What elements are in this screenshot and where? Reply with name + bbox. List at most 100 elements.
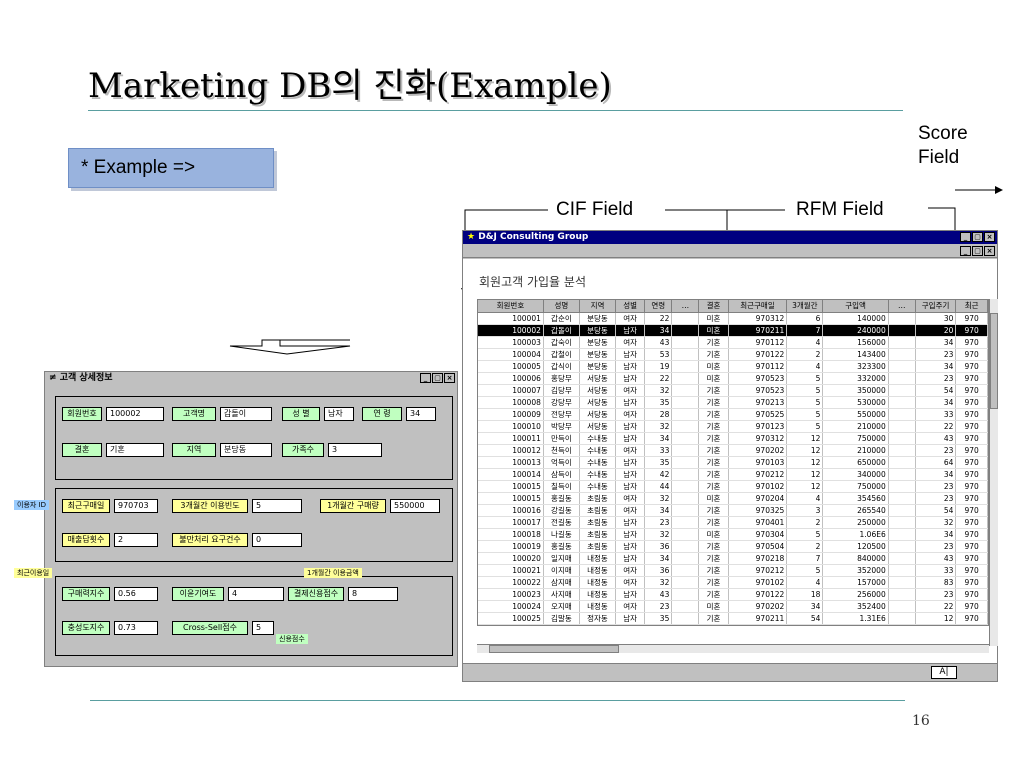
table-cell: 970218 bbox=[728, 552, 788, 565]
grid-column-header[interactable]: 성별 bbox=[615, 300, 646, 313]
table-cell: 초림동 bbox=[579, 504, 617, 517]
h-scrollbar-thumb[interactable] bbox=[489, 645, 619, 653]
grid-column-header[interactable]: … bbox=[671, 300, 700, 313]
table-row[interactable]: 100015 칠득이 수내동 남자 44 기혼 970102 12 750000 23 970 bbox=[478, 480, 988, 493]
table-cell: 일지매 bbox=[543, 552, 580, 565]
table-cell: 김말동 bbox=[543, 612, 580, 625]
table-cell bbox=[671, 348, 700, 361]
table-cell bbox=[671, 396, 700, 409]
table-cell: 수내동 bbox=[579, 480, 617, 493]
recent-use-tag: 최근이용일 bbox=[14, 568, 53, 578]
payment-score-field[interactable]: 8 bbox=[348, 587, 398, 601]
table-cell: 970 bbox=[955, 396, 988, 409]
table-row[interactable]: 100016 강길동 초림동 여자 34 기혼 970325 3 265540 54 970 bbox=[478, 504, 988, 517]
last-purchase-field[interactable]: 970703 bbox=[114, 499, 158, 513]
grid-column-header[interactable]: 지역 bbox=[579, 300, 617, 313]
table-cell: 970504 bbox=[728, 540, 788, 553]
table-row[interactable]: 100003 갑숙이 분당동 여자 43 기혼 970112 4 156000 34 970 bbox=[478, 336, 988, 349]
table-cell: 기혼 bbox=[698, 420, 729, 433]
table-row[interactable]: 100007 김당무 서당동 여자 32 기혼 970523 5 350000 54 970 bbox=[478, 384, 988, 397]
table-cell: 서당동 bbox=[579, 396, 617, 409]
complaints-field[interactable]: 0 bbox=[252, 533, 302, 547]
table-cell bbox=[671, 420, 700, 433]
table-cell: 여자 bbox=[615, 384, 646, 397]
table-row[interactable]: 100008 강당무 서당동 남자 35 기혼 970213 5 530000 34 970 bbox=[478, 396, 988, 409]
table-row[interactable]: 100017 전길동 초림동 남자 23 기혼 970401 2 250000 32 970 bbox=[478, 516, 988, 529]
table-cell: 32 bbox=[644, 384, 673, 397]
table-row[interactable]: 100021 이지매 내정동 여자 36 기혼 970212 5 352000 33 970 bbox=[478, 564, 988, 577]
grid-column-header[interactable]: 구입주기 bbox=[915, 300, 957, 313]
amount1m-field[interactable]: 550000 bbox=[390, 499, 440, 513]
grid-column-header[interactable]: 최근 bbox=[955, 300, 988, 313]
customer-grid[interactable]: 회원번호 성명 지역 성별 연령… 결혼 최근구매일 3개월간 구입액… 구입주기 최근 10000… bbox=[477, 299, 989, 626]
detail-minimize-button[interactable]: _ bbox=[420, 373, 431, 383]
table-row[interactable]: 100010 박당무 서당동 남자 32 기혼 970123 5 210000 22 970 bbox=[478, 420, 988, 433]
table-row[interactable]: 100022 삼지매 내정동 여자 32 기혼 970102 4 157000 83 970 bbox=[478, 576, 988, 589]
table-row[interactable]: 100001 갑순이 분당동 여자 22 미혼 970312 6 140000 30 970 bbox=[478, 312, 988, 325]
inner-maximize-button[interactable]: ▢ bbox=[972, 246, 983, 256]
table-row[interactable]: 100004 갑철이 분당동 남자 53 기혼 970122 2 143400 23 970 bbox=[478, 348, 988, 361]
table-row[interactable]: 100009 전당무 서당동 여자 28 기혼 970525 5 550000 33 970 bbox=[478, 408, 988, 421]
grid-horizontal-scrollbar[interactable] bbox=[477, 644, 989, 653]
table-row[interactable]: 100005 갑식이 분당동 남자 19 미혼 970112 4 323300 34 970 bbox=[478, 360, 988, 373]
table-cell bbox=[671, 432, 700, 445]
table-cell: 정자동 bbox=[579, 612, 617, 625]
table-row[interactable]: 100023 사지매 내정동 남자 43 기혼 970122 18 256000 23 970 bbox=[478, 588, 988, 601]
grid-column-header[interactable]: 구입액 bbox=[822, 300, 889, 313]
name-field[interactable]: 갑돌이 bbox=[220, 407, 272, 421]
table-cell: 33 bbox=[915, 408, 957, 421]
marital-field[interactable]: 기혼 bbox=[106, 443, 164, 457]
table-cell: 강길동 bbox=[543, 504, 580, 517]
table-row[interactable]: 100011 만득이 수내동 남자 34 기혼 970312 12 750000 43 970 bbox=[478, 432, 988, 445]
maximize-button[interactable]: ▢ bbox=[972, 232, 983, 242]
scrollbar-thumb[interactable] bbox=[990, 313, 998, 409]
table-row[interactable]: 100020 일지매 내정동 남자 34 기혼 970218 7 840000 43 970 bbox=[478, 552, 988, 565]
grid-column-header[interactable]: 결혼 bbox=[698, 300, 729, 313]
returns-field[interactable]: 2 bbox=[114, 533, 158, 547]
close-button[interactable]: × bbox=[984, 232, 995, 242]
table-cell: 970204 bbox=[728, 492, 788, 505]
family-field[interactable]: 3 bbox=[328, 443, 382, 457]
table-cell: 내정동 bbox=[579, 600, 617, 613]
table-cell: 54 bbox=[915, 504, 957, 517]
table-row[interactable]: 100019 홍길동 초림동 남자 36 기혼 970504 2 120500 23 970 bbox=[478, 540, 988, 553]
contribution-field[interactable]: 4 bbox=[228, 587, 284, 601]
table-cell: 34 bbox=[915, 396, 957, 409]
loyalty-field[interactable]: 0.73 bbox=[114, 621, 158, 635]
table-row[interactable]: 100025 김말동 정자동 남자 35 기혼 970211 54 1.31E6 12 970 bbox=[478, 612, 988, 625]
freq3m-field[interactable]: 5 bbox=[252, 499, 302, 513]
minimize-button[interactable]: _ bbox=[960, 232, 971, 242]
table-cell: 265540 bbox=[822, 504, 889, 517]
purchase-index-field[interactable]: 0.56 bbox=[114, 587, 158, 601]
age-field[interactable]: 34 bbox=[406, 407, 436, 421]
detail-maximize-button[interactable]: ▢ bbox=[432, 373, 443, 383]
table-cell: 기혼 bbox=[698, 336, 729, 349]
cross-sell-field[interactable]: 5 bbox=[252, 621, 274, 635]
grid-vertical-scrollbar[interactable] bbox=[989, 299, 998, 646]
table-row[interactable]: 100024 오지매 내정동 여자 23 미혼 970202 34 352400 22 970 bbox=[478, 600, 988, 613]
table-row[interactable]: 100018 나길동 초림동 남자 32 미혼 970304 5 1.06E6 34 970 bbox=[478, 528, 988, 541]
table-cell: 남자 bbox=[615, 396, 646, 409]
table-row[interactable]: 100002 갑돌이 분당동 남자 34 미혼 970211 7 240000 20 970 bbox=[478, 324, 988, 337]
grid-column-header[interactable]: 3개월간 bbox=[786, 300, 824, 313]
table-row[interactable]: 100013 억득이 수내동 남자 35 기혼 970103 12 650000 64 970 bbox=[478, 456, 988, 469]
table-cell: 970122 bbox=[728, 348, 788, 361]
gender-field[interactable]: 남자 bbox=[324, 407, 354, 421]
member-no-field[interactable]: 100002 bbox=[106, 407, 164, 421]
grid-column-header[interactable]: … bbox=[888, 300, 916, 313]
region-field[interactable]: 분당동 bbox=[220, 443, 272, 457]
detail-close-button[interactable]: × bbox=[444, 373, 455, 383]
inner-close-button[interactable]: × bbox=[984, 246, 995, 256]
grid-column-header[interactable]: 성명 bbox=[543, 300, 580, 313]
table-cell: 23 bbox=[915, 492, 957, 505]
grid-column-header[interactable]: 최근구매일 bbox=[728, 300, 788, 313]
inner-minimize-button[interactable]: _ bbox=[960, 246, 971, 256]
table-cell: 4 bbox=[786, 360, 824, 373]
table-cell: 6 bbox=[786, 312, 824, 325]
table-row[interactable]: 100014 삼득이 수내동 남자 42 기혼 970212 12 340000 34 970 bbox=[478, 468, 988, 481]
grid-column-header[interactable]: 회원번호 bbox=[478, 300, 544, 313]
grid-column-header[interactable]: 연령 bbox=[644, 300, 673, 313]
table-row[interactable]: 100012 천득이 수내동 여자 33 기혼 970202 12 210000 23 970 bbox=[478, 444, 988, 457]
table-row[interactable]: 100006 홍당무 서당동 남자 22 미혼 970523 5 332000 23 970 bbox=[478, 372, 988, 385]
table-row[interactable]: 100015 홍길동 초림동 여자 32 미혼 970204 4 354560 23 970 bbox=[478, 492, 988, 505]
